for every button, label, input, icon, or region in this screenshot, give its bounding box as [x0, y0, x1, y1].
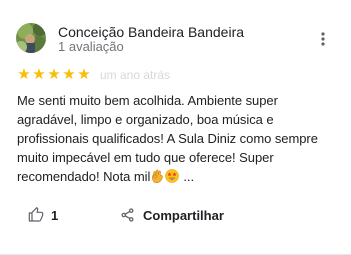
rating-row: ★ ★ ★ ★ ★ um ano atrás: [17, 67, 170, 83]
author-name[interactable]: Conceição Bandeira Bandeira: [58, 24, 244, 40]
star-icon: ★: [77, 66, 91, 83]
avatar-photo: [16, 23, 46, 53]
share-label: Compartilhar: [143, 207, 224, 223]
more-vert-icon: [321, 32, 325, 46]
star-icon: ★: [17, 66, 31, 83]
author-review-count: 1 avaliação: [58, 39, 124, 54]
share-icon: [121, 208, 134, 222]
star-icon: ★: [32, 66, 46, 83]
star-rating: ★ ★ ★ ★ ★: [17, 67, 91, 83]
more-options-button[interactable]: [315, 30, 331, 48]
star-icon: ★: [47, 66, 61, 83]
like-count: 1: [51, 208, 59, 223]
star-icon: ★: [62, 66, 76, 83]
star-struck-emoji: [165, 169, 180, 188]
thumb-up-icon: [28, 207, 44, 222]
ok-hand-emoji: [151, 169, 164, 188]
avatar[interactable]: [16, 23, 46, 53]
like-button[interactable]: [28, 205, 44, 225]
review-text-block: Me senti muito bem acolhida. Ambiente su…: [17, 91, 337, 188]
review-time: um ano atrás: [100, 68, 171, 82]
read-more-ellipsis[interactable]: ...: [183, 169, 194, 184]
share-button[interactable]: Compartilhar: [120, 205, 224, 225]
review-card: Conceição Bandeira Bandeira 1 avaliação …: [0, 0, 351, 255]
